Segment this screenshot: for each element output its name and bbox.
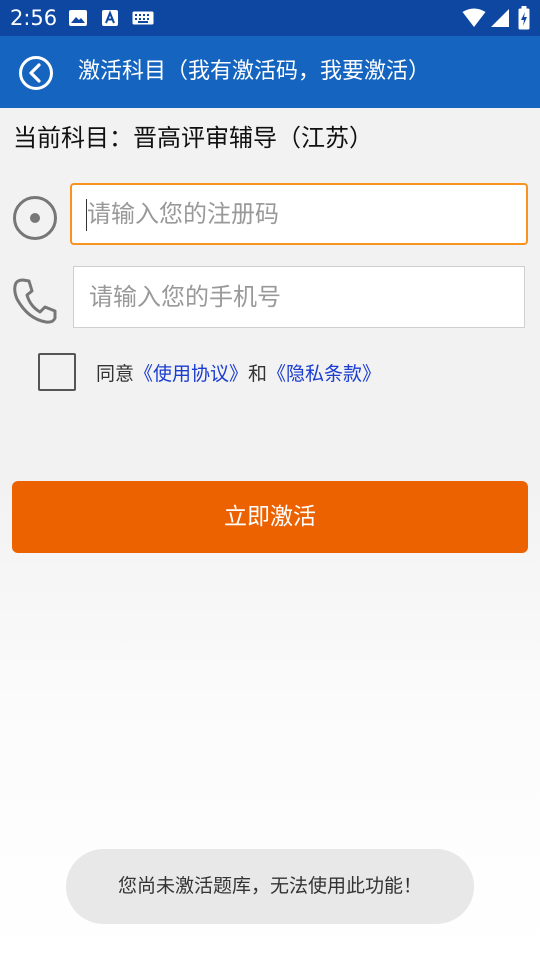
activate-now-button[interactable]: 立即激活 <box>12 481 528 553</box>
agree-checkbox[interactable] <box>38 353 76 391</box>
status-bar: 2:56 <box>0 0 540 36</box>
page-title: 激活科目（我有激活码，我要激活） <box>78 59 431 84</box>
wifi-icon <box>462 8 486 27</box>
a-text-icon <box>102 10 118 26</box>
signal-icon <box>491 9 509 27</box>
app-bar: 激活科目（我有激活码，我要激活） <box>0 36 540 108</box>
disc-icon <box>13 196 57 240</box>
status-time: 2:56 <box>10 6 58 30</box>
agreement-text: 同意《使用协议》和《隐私条款》 <box>96 358 381 390</box>
agree-prefix: 同意 <box>96 363 135 385</box>
text-cursor <box>86 199 87 231</box>
keyboard-icon <box>132 11 154 25</box>
battery-charging-icon <box>518 6 530 30</box>
image-icon <box>69 10 87 26</box>
agree-and: 和 <box>248 363 268 385</box>
toast-message: 您尚未激活题库，无法使用此功能！ <box>66 849 474 924</box>
back-circle-icon[interactable] <box>18 55 54 91</box>
registration-code-input[interactable]: 请输入您的注册码 <box>70 183 528 245</box>
current-subject: 当前科目：晋高评审辅导（江苏） <box>13 124 373 152</box>
phone-icon <box>13 278 57 324</box>
phone-number-input[interactable]: 请输入您的手机号 <box>73 266 525 328</box>
terms-of-use-link[interactable]: 《使用协议》 <box>134 363 248 385</box>
phone-number-placeholder: 请输入您的手机号 <box>89 283 281 311</box>
privacy-policy-link[interactable]: 《隐私条款》 <box>267 363 381 385</box>
registration-code-placeholder: 请输入您的注册码 <box>87 200 279 228</box>
